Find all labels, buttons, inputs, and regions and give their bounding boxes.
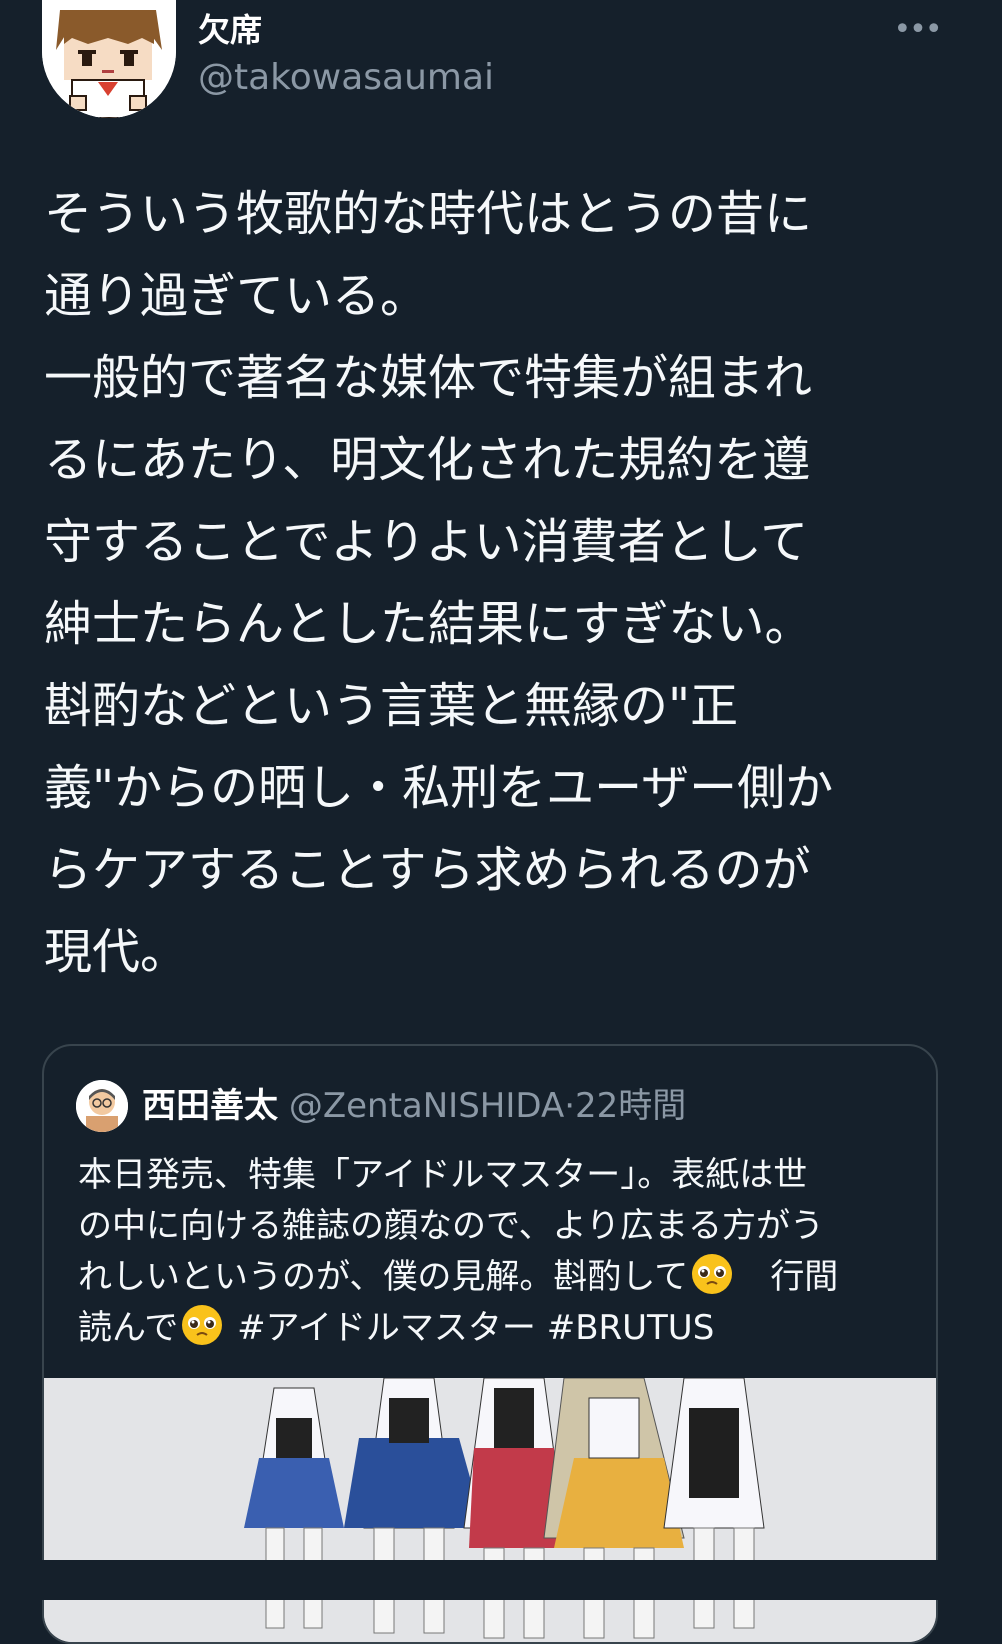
quoted-tweet-text: 本日発売、特集「アイドルマスター」。表紙は世 の中に向ける雑誌の顔なので、より広…: [78, 1150, 918, 1354]
avatar-illustration: [42, 0, 176, 118]
idol-group-illustration: [44, 1378, 936, 1642]
tweet-text-line: 紳士たらんとした結果にすぎない。: [44, 596, 813, 652]
tweet-text-line: 守することでよりよい消費者として: [44, 514, 809, 570]
pleading-face-emoji-icon: [182, 1305, 223, 1345]
user-handle[interactable]: @takowasaumai: [198, 56, 494, 100]
tweet-text-line: 義"からの晒し・私刑をユーザー側か: [44, 760, 834, 816]
tweet-text-line: 一般的で著名な媒体で特集が組まれ: [44, 350, 813, 406]
tweet-text: そういう牧歌的な時代はとうの昔に 通り過ぎている。 一般的で著名な媒体で特集が組…: [44, 173, 954, 993]
quoted-tweet-card[interactable]: 西田善太 @ZentaNISHIDA·22時間 本日発売、特集「アイドルマスター…: [42, 1044, 938, 1644]
quoted-display-name[interactable]: 西田善太: [142, 1086, 278, 1126]
quoted-user-handle[interactable]: @ZentaNISHIDA: [289, 1086, 564, 1126]
quoted-text-segment: 行間: [770, 1257, 839, 1297]
tweet-text-line: 現代。: [44, 924, 189, 980]
pleading-face-emoji-icon: [692, 1254, 733, 1294]
quoted-avatar[interactable]: [76, 1080, 128, 1132]
avatar[interactable]: [42, 0, 176, 118]
separator-dot: ·: [564, 1086, 576, 1126]
quoted-text-line: 本日発売、特集「アイドルマスター」。表紙は世: [78, 1155, 808, 1195]
quoted-text-segment: 読んで: [78, 1308, 179, 1348]
hashtags[interactable]: #アイドルマスター #BRUTUS: [237, 1308, 714, 1348]
quoted-text-segment: れしいというのが、僕の見解。斟酌して: [78, 1257, 689, 1297]
more-options-icon[interactable]: •••: [892, 12, 942, 48]
tweet-text-line: 通り過ぎている。: [44, 268, 429, 324]
tweet-text-line: るにあたり、明文化された規約を遵: [44, 432, 811, 488]
quoted-text-line: 読んで #アイドルマスター #BRUTUS: [78, 1303, 918, 1354]
quoted-text-line: の中に向ける雑誌の顔なので、より広まる方がう: [78, 1206, 824, 1246]
display-name[interactable]: 欠席: [198, 8, 262, 52]
quoted-text-line: れしいというのが、僕の見解。斟酌して 行間: [78, 1252, 918, 1303]
bottom-edge: [0, 1560, 1002, 1600]
tweet-text-line: らケアすることすら求められるのが: [44, 842, 811, 898]
quoted-avatar-illustration: [76, 1080, 128, 1132]
tweet-text-line: 斟酌などという言葉と無縁の"正: [44, 678, 739, 734]
tweet-text-line: そういう牧歌的な時代はとうの昔に: [44, 186, 813, 242]
quoted-media-image[interactable]: [44, 1378, 936, 1642]
quoted-tweet-header: 西田善太 @ZentaNISHIDA·22時間: [142, 1080, 686, 1132]
quoted-timestamp[interactable]: 22時間: [575, 1086, 686, 1126]
